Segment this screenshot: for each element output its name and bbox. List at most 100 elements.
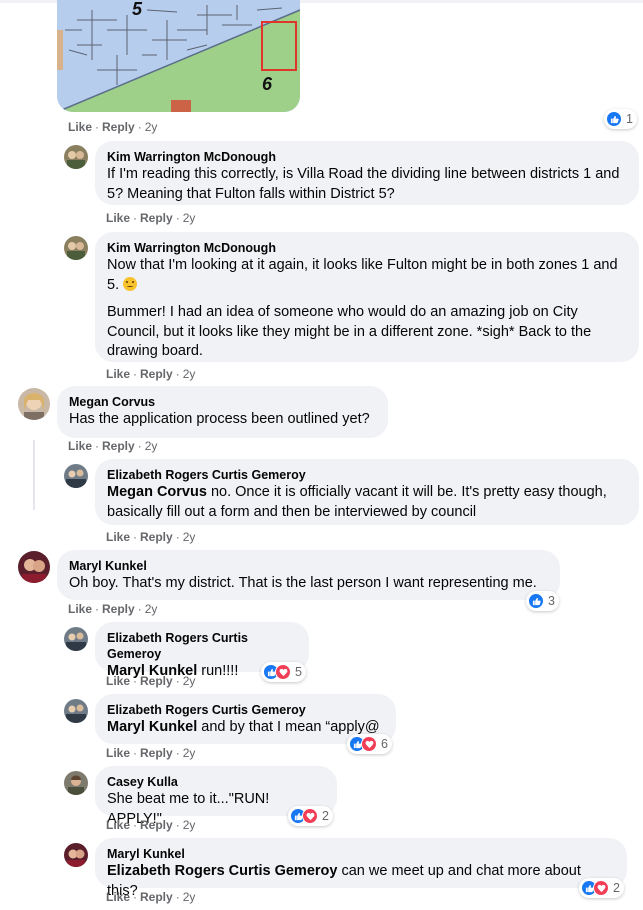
timestamp: 2y <box>182 818 196 832</box>
meta-separator: · <box>175 818 180 832</box>
avatar[interactable] <box>64 699 88 723</box>
reply-button[interactable]: Reply <box>140 890 173 904</box>
love-reaction-icon <box>361 736 377 752</box>
avatar[interactable] <box>18 388 50 420</box>
reply-button[interactable]: Reply <box>102 439 135 453</box>
post-meta: Like · Reply · 2y <box>68 120 157 134</box>
like-button[interactable]: Like <box>68 602 92 616</box>
comment-reactions[interactable]: 2 <box>288 806 333 826</box>
love-reaction-icon <box>302 808 318 824</box>
comment-text: Maryl Kunkel and by that I mean “apply@ <box>107 718 384 738</box>
reply-button[interactable]: Reply <box>140 367 173 381</box>
reply-button[interactable]: Reply <box>140 746 173 760</box>
mention-link[interactable]: Elizabeth Rogers Curtis Gemeroy <box>107 863 337 879</box>
map-label-5: 5 <box>132 0 143 19</box>
avatar[interactable] <box>64 236 88 260</box>
comment-author[interactable]: Maryl Kunkel <box>107 846 615 862</box>
like-button[interactable]: Like <box>106 367 130 381</box>
reaction-count: 6 <box>381 737 388 751</box>
reply-button[interactable]: Reply <box>102 120 135 134</box>
meta-separator: · <box>137 120 142 134</box>
comment-meta: Like · Reply · 2y <box>106 746 195 760</box>
like-button[interactable]: Like <box>106 674 130 688</box>
comment-bubble: Maryl Kunkel Oh boy. That's my district.… <box>57 550 560 600</box>
meta-separator: · <box>175 530 180 544</box>
meta-separator: · <box>133 746 138 760</box>
post-reactions[interactable]: 1 <box>604 109 637 129</box>
reaction-count: 3 <box>548 594 555 608</box>
avatar[interactable] <box>64 627 88 651</box>
reply-button[interactable]: Reply <box>102 602 135 616</box>
timestamp: 2y <box>144 439 158 453</box>
comment-reactions[interactable]: 2 <box>579 878 624 898</box>
like-button[interactable]: Like <box>106 818 130 832</box>
like-button[interactable]: Like <box>68 439 92 453</box>
comment-author[interactable]: Kim Warrington McDonough <box>107 240 627 256</box>
avatar[interactable] <box>64 464 88 488</box>
love-reaction-icon <box>275 664 291 680</box>
reply-button[interactable]: Reply <box>140 211 173 225</box>
meta-separator: · <box>133 674 138 688</box>
worried-emoji-icon <box>123 276 138 291</box>
timestamp: 2y <box>182 211 196 225</box>
comment-meta: Like · Reply · 2y <box>106 530 195 544</box>
meta-separator: · <box>133 211 138 225</box>
timestamp: 2y <box>144 120 158 134</box>
like-button[interactable]: Like <box>106 746 130 760</box>
like-button[interactable]: Like <box>106 211 130 225</box>
comment-meta: Like · Reply · 2y <box>68 602 157 616</box>
mention-link[interactable]: Megan Corvus <box>107 484 207 500</box>
comment-meta: Like · Reply · 2y <box>106 367 195 381</box>
comment-meta: Like · Reply · 2y <box>106 674 195 688</box>
reply-button[interactable]: Reply <box>140 530 173 544</box>
comment-author[interactable]: Casey Kulla <box>107 774 325 790</box>
district-map-image[interactable]: 5 6 <box>57 0 300 112</box>
comment-text: Now that I'm looking at it again, it loo… <box>107 256 627 295</box>
meta-separator: · <box>95 602 100 616</box>
comment-author[interactable]: Elizabeth Rogers Curtis Gemeroy <box>107 630 297 662</box>
reaction-count: 5 <box>295 665 302 679</box>
map-label-6: 6 <box>262 74 273 94</box>
comment-bubble: Megan Corvus Has the application process… <box>57 386 388 438</box>
like-button[interactable]: Like <box>68 120 92 134</box>
like-reaction-icon <box>606 111 622 127</box>
like-reaction-icon <box>528 593 544 609</box>
avatar[interactable] <box>64 843 88 867</box>
comment-text-line: Now that I'm looking at it again, it loo… <box>107 257 618 293</box>
comment-author[interactable]: Maryl Kunkel <box>69 558 548 574</box>
like-button[interactable]: Like <box>106 530 130 544</box>
love-reaction-icon <box>593 880 609 896</box>
timestamp: 2y <box>182 746 196 760</box>
reply-button[interactable]: Reply <box>140 674 173 688</box>
avatar[interactable] <box>64 771 88 795</box>
comment-text: Megan Corvus no. Once it is officially v… <box>107 483 627 522</box>
comment-author[interactable]: Elizabeth Rogers Curtis Gemeroy <box>107 467 627 483</box>
avatar[interactable] <box>18 551 50 583</box>
comment-author[interactable]: Megan Corvus <box>69 394 376 410</box>
timestamp: 2y <box>182 674 196 688</box>
reply-button[interactable]: Reply <box>140 818 173 832</box>
comment-meta: Like · Reply · 2y <box>106 211 195 225</box>
reaction-count: 2 <box>613 881 620 895</box>
comment-text: If I'm reading this correctly, is Villa … <box>107 166 620 202</box>
meta-separator: · <box>133 530 138 544</box>
comment-text: Bummer! I had an idea of someone who wou… <box>107 304 592 359</box>
comment-text-line: run!!!! <box>197 663 239 679</box>
meta-separator: · <box>95 439 100 453</box>
comment-reactions[interactable]: 5 <box>261 662 306 682</box>
like-button[interactable]: Like <box>106 890 130 904</box>
comment-text: Has the application process been outline… <box>69 411 370 427</box>
comment-author[interactable]: Kim Warrington McDonough <box>107 149 627 165</box>
comment-text: Oh boy. That's my district. That is the … <box>69 575 537 591</box>
meta-separator: · <box>175 746 180 760</box>
meta-separator: · <box>133 367 138 381</box>
reaction-count: 2 <box>322 809 329 823</box>
timestamp: 2y <box>144 602 158 616</box>
comment-reactions[interactable]: 6 <box>347 734 392 754</box>
comment-reactions[interactable]: 3 <box>526 591 559 611</box>
comment-bubble: Maryl Kunkel Elizabeth Rogers Curtis Gem… <box>95 838 627 899</box>
thread-line <box>33 440 35 510</box>
mention-link[interactable]: Maryl Kunkel <box>107 719 197 735</box>
comment-author[interactable]: Elizabeth Rogers Curtis Gemeroy <box>107 702 384 718</box>
avatar[interactable] <box>64 145 88 169</box>
